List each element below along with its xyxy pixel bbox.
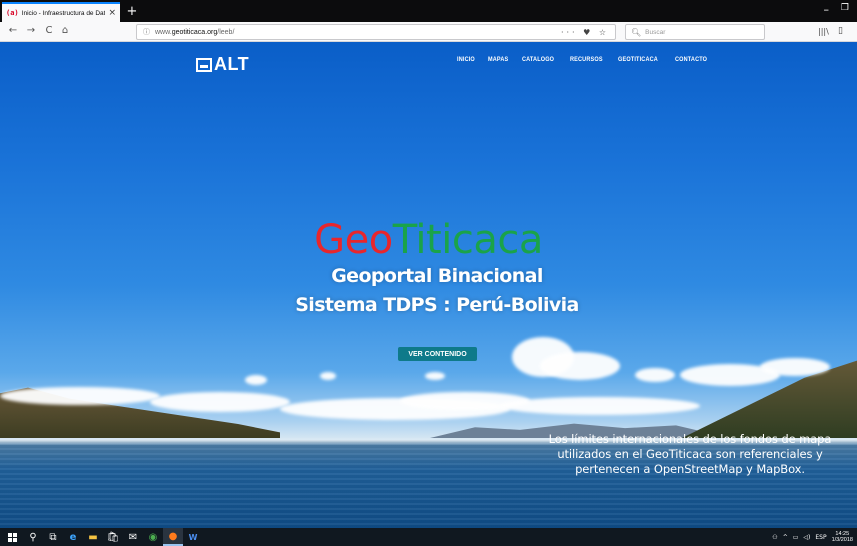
menu-item-contacto[interactable]: CONTACTO — [675, 56, 707, 63]
chrome-icon[interactable]: ◉ — [143, 528, 163, 546]
network-icon[interactable]: ▭ — [793, 534, 799, 541]
cloud — [425, 372, 445, 380]
hero-title-geo: Geo — [314, 217, 393, 263]
tab-title: Inicio - Infraestructura de Dato — [21, 9, 106, 17]
search-placeholder: Buscar — [645, 28, 666, 36]
home-icon[interactable]: ⌂ — [58, 25, 72, 36]
cloud — [760, 358, 830, 376]
sidebar-icon[interactable]: ▯ — [838, 26, 843, 36]
restore-window-icon[interactable]: ❐ — [841, 3, 849, 13]
cloud — [150, 392, 290, 412]
browser-tab[interactable]: (a) Inicio - Infraestructura de Dato × — [2, 2, 120, 22]
file-explorer-icon[interactable]: ▬ — [83, 528, 103, 546]
library-icon[interactable]: |||\ — [818, 27, 829, 36]
alt-logo[interactable]: ALT — [196, 54, 249, 75]
navigation-toolbar: ← → C ⌂ ⓘ www.geotiticaca.org/leeb/ ··· … — [0, 22, 857, 42]
site-info-icon[interactable]: ⓘ — [143, 27, 150, 37]
hero-title: GeoTiticaca — [0, 220, 857, 260]
minimize-window-icon[interactable]: – — [824, 3, 830, 16]
url-text[interactable]: www.geotiticaca.org/leeb/ — [155, 29, 561, 36]
search-icon: 🔍︎ — [631, 27, 642, 37]
cloud — [635, 368, 675, 382]
cloud — [245, 375, 267, 385]
menu-item-recursos[interactable]: RECURSOS — [570, 56, 603, 63]
menu-item-geotiticaca[interactable]: GEOTITICACA — [618, 56, 658, 63]
main-menu: INICIO MAPAS CATALOGO RECURSOS GEOTITICA… — [457, 56, 713, 63]
ver-contenido-button[interactable]: VER CONTENIDO — [398, 347, 477, 361]
menu-item-mapas[interactable]: MAPAS — [488, 56, 508, 63]
edge-icon[interactable]: e — [63, 528, 83, 546]
close-tab-icon[interactable]: × — [108, 8, 116, 18]
menu-item-inicio[interactable]: INICIO — [457, 56, 475, 63]
cloud — [500, 397, 700, 415]
page-actions-icon[interactable]: ··· ♥ ☆ — [561, 28, 609, 37]
cta-label: VER CONTENIDO — [408, 350, 467, 358]
show-hidden-icons[interactable]: ^ — [783, 534, 788, 541]
store-icon[interactable]: 🛍︎ — [103, 528, 123, 546]
menu-item-catalogo[interactable]: CATALOGO — [522, 56, 554, 63]
people-icon[interactable]: ⚇ — [772, 534, 777, 541]
logo-text: ALT — [214, 54, 250, 74]
cloud — [0, 387, 160, 405]
hero-title-titicaca: Titicaca — [392, 217, 544, 263]
mail-icon[interactable]: ✉ — [123, 528, 143, 546]
address-bar[interactable]: ⓘ www.geotiticaca.org/leeb/ ··· ♥ ☆ — [136, 24, 616, 40]
favicon-icon: (a) — [6, 9, 19, 17]
forward-icon[interactable]: → — [24, 25, 38, 36]
language-indicator[interactable]: ESP — [815, 534, 826, 541]
hero-subtitle: Geoportal Binacional — [331, 265, 543, 287]
new-tab-button[interactable]: + — [124, 3, 140, 19]
back-icon[interactable]: ← — [6, 25, 20, 36]
firefox-icon[interactable]: ● — [163, 528, 183, 546]
volume-icon[interactable]: ◁) — [803, 534, 810, 541]
cloud — [540, 352, 620, 380]
page-content: ALT INICIO MAPAS CATALOGO RECURSOS GEOTI… — [0, 42, 857, 528]
hero-subtitle-2: Sistema TDPS : Perú-Bolivia — [295, 294, 579, 316]
start-icon[interactable] — [8, 532, 17, 542]
system-tray: ⚇ ^ ▭ ◁) ESP 14:25 1/3/2018 — [772, 528, 853, 546]
map-disclaimer: Los límites internacionales de los fondo… — [548, 432, 832, 476]
search-icon[interactable]: ⚲ — [23, 528, 43, 546]
task-view-icon[interactable]: ⧉ — [43, 528, 63, 546]
reload-icon[interactable]: C — [42, 25, 56, 36]
word-icon[interactable]: W — [183, 528, 203, 546]
cloud — [320, 372, 336, 380]
clock[interactable]: 14:25 1/3/2018 — [832, 531, 853, 544]
windows-taskbar: ⚲ ⧉ e ▬ 🛍︎ ✉ ◉ ● W ⚇ ^ ▭ ◁) ESP 14:25 1/… — [0, 528, 857, 546]
logo-icon — [196, 57, 212, 72]
tab-bar: (a) Inicio - Infraestructura de Dato × +… — [0, 0, 857, 22]
search-bar[interactable]: 🔍︎ Buscar — [625, 24, 765, 40]
